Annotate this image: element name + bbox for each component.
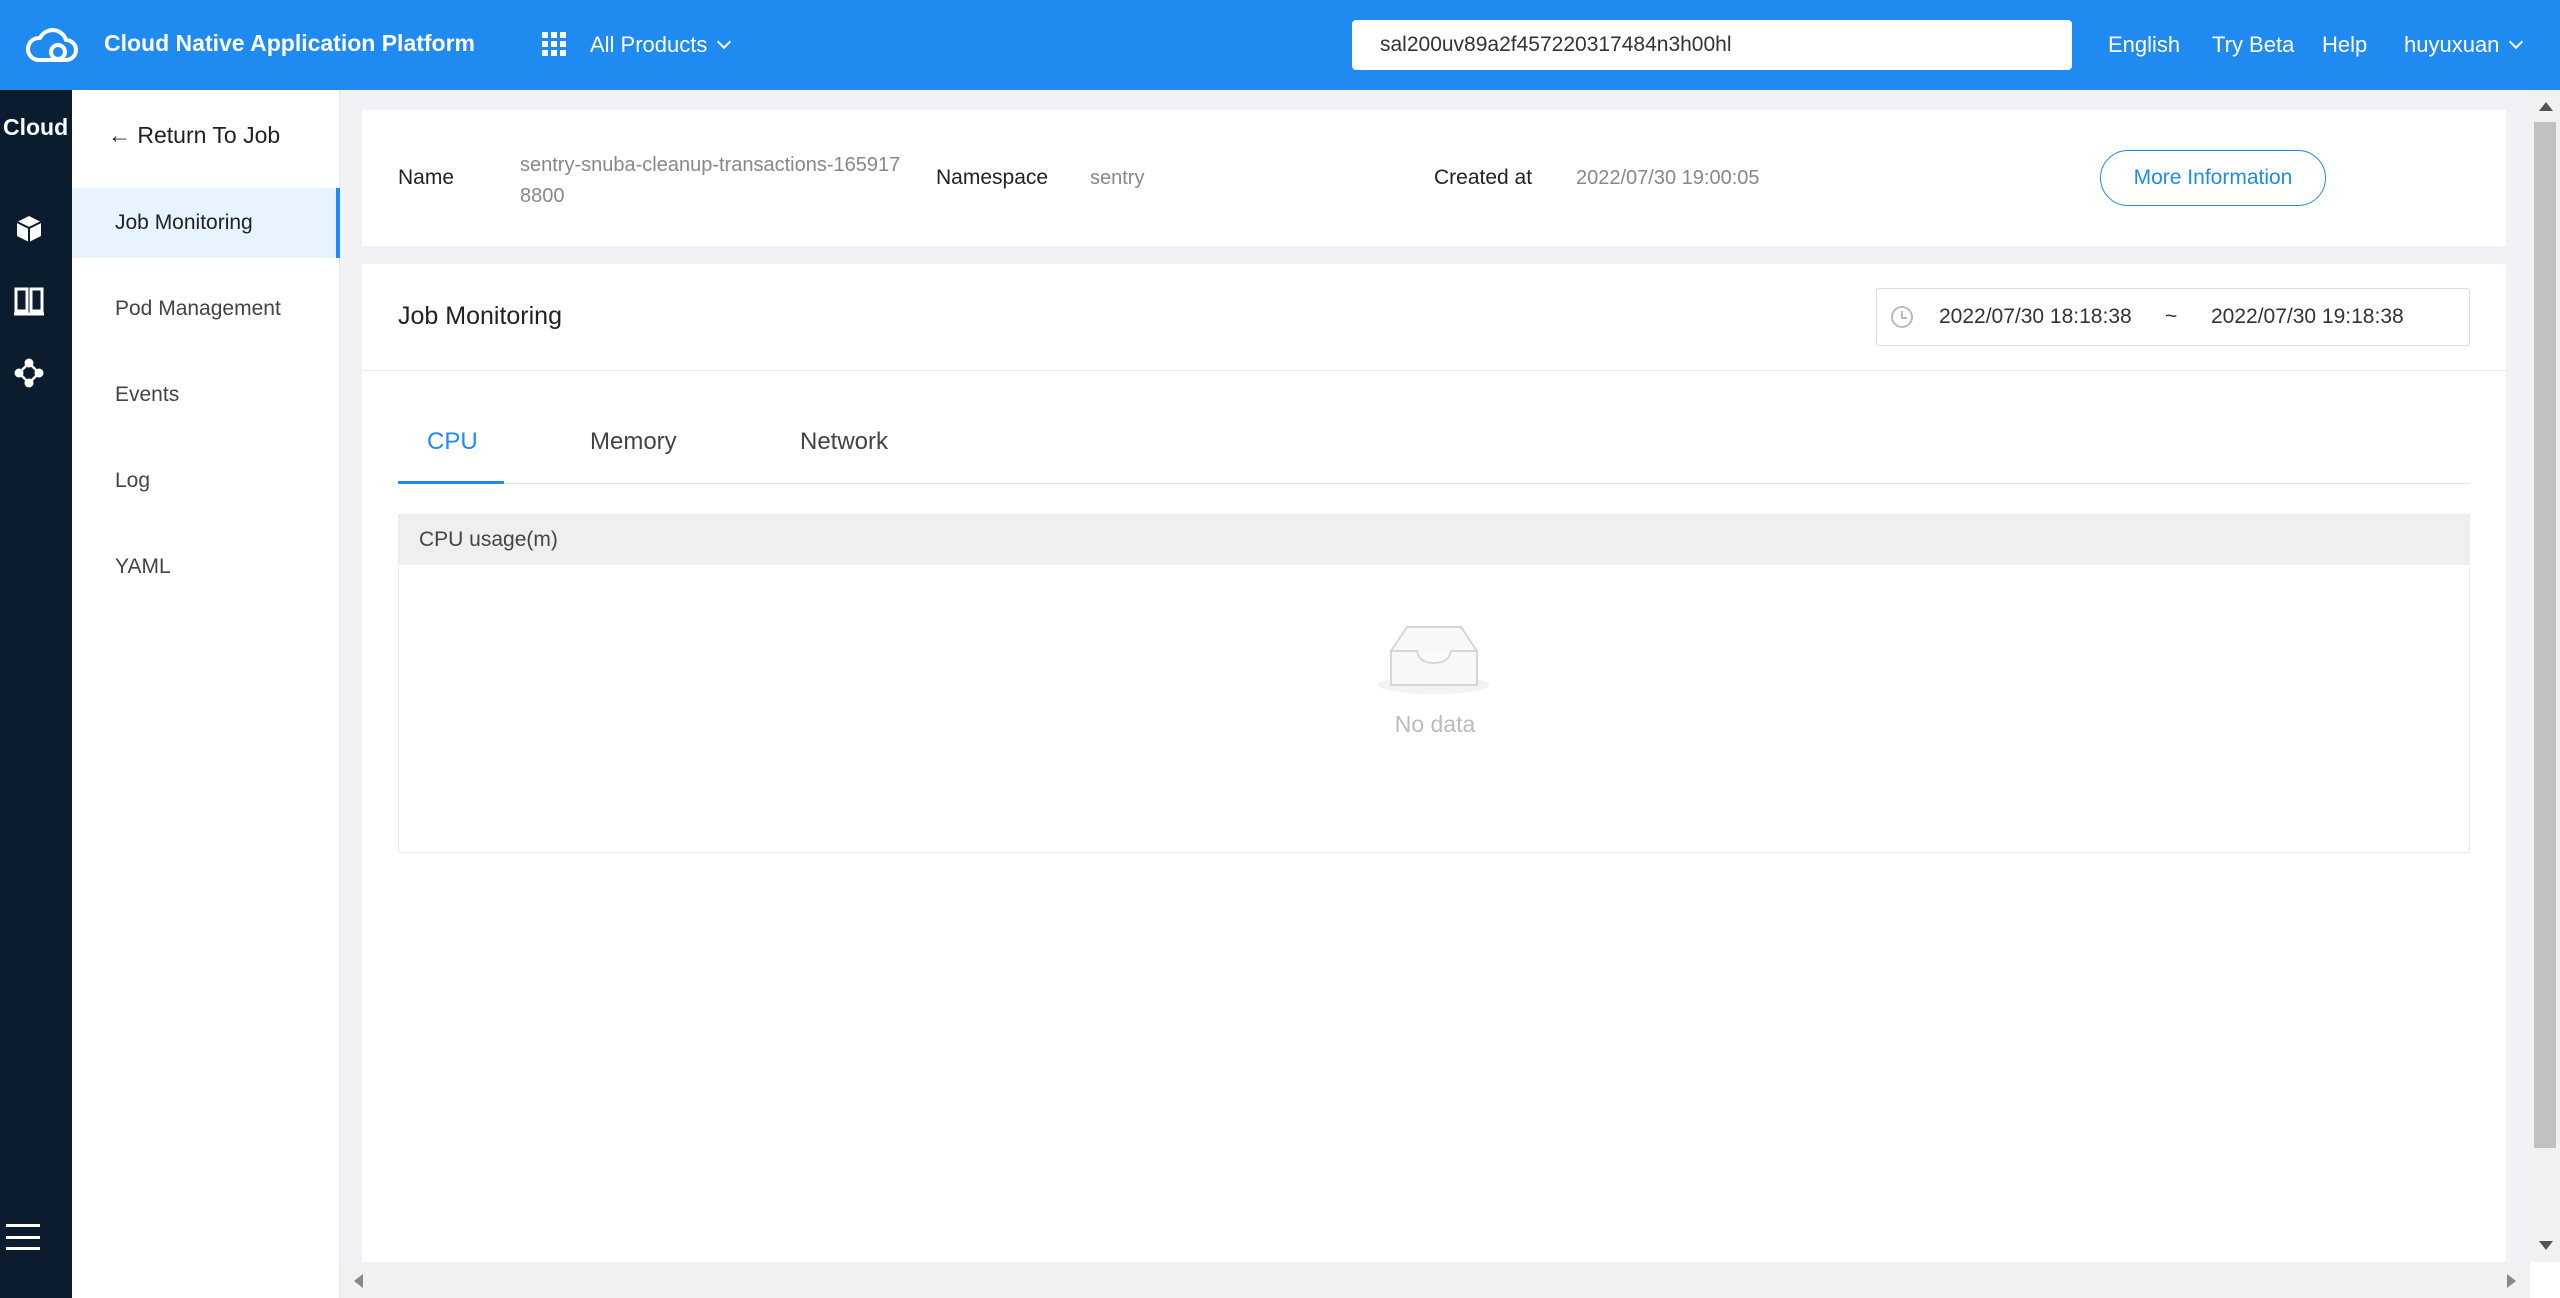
help-link[interactable]: Help: [2322, 32, 2367, 58]
scroll-down-icon[interactable]: [2539, 1241, 2553, 1250]
created-at-label: Created at: [1434, 166, 1533, 189]
namespace-value: sentry: [1090, 167, 1145, 189]
cube-icon[interactable]: [14, 214, 44, 244]
section-title: Job Monitoring: [398, 302, 562, 330]
job-info-card: Name sentry-snuba-cleanup-transactions-1…: [362, 110, 2506, 246]
top-navigation-bar: Cloud Native Application Platform All Pr…: [0, 0, 2560, 90]
all-products-menu[interactable]: All Products: [590, 32, 732, 58]
date-end[interactable]: 2022/07/30 19:18:38: [2211, 305, 2404, 329]
return-to-job-link[interactable]: ← Return To Job: [108, 122, 280, 149]
icon-rail: Cloud: [0, 90, 72, 1298]
active-tab-indicator: [398, 481, 504, 484]
sidebar-item-events[interactable]: Events: [72, 360, 340, 430]
all-products-label: All Products: [590, 32, 708, 57]
date-separator: ~: [2165, 305, 2178, 328]
date-range-picker[interactable]: 2022/07/30 18:18:38 ~ 2022/07/30 19:18:3…: [1876, 288, 2470, 346]
chevron-down-icon: [717, 34, 732, 50]
try-beta-link[interactable]: Try Beta: [2212, 32, 2294, 58]
username: huyuxuan: [2404, 32, 2500, 57]
name-value: sentry-snuba-cleanup-transactions-165917…: [520, 154, 901, 207]
main-content: Name sentry-snuba-cleanup-transactions-1…: [340, 90, 2530, 1262]
job-monitoring-card: Job Monitoring 2022/07/30 18:18:38 ~ 202…: [362, 264, 2506, 1262]
user-menu[interactable]: huyuxuan: [2404, 32, 2524, 58]
vertical-scrollbar[interactable]: [2530, 90, 2560, 1262]
apps-grid-icon[interactable]: [542, 32, 566, 56]
cloud-logo-icon[interactable]: [24, 22, 80, 68]
created-at-value: 2022/07/30 19:00:05: [1576, 167, 1760, 189]
search-input[interactable]: [1352, 20, 2072, 70]
scrollbar-thumb[interactable]: [2534, 122, 2556, 1148]
namespace-label: Namespace: [936, 166, 1049, 189]
clock-icon: [1891, 306, 1913, 328]
tab-cpu[interactable]: CPU: [427, 428, 478, 456]
scroll-right-icon[interactable]: [2507, 1274, 2516, 1288]
empty-state-text: No data: [1394, 711, 1476, 737]
app-title[interactable]: Cloud Native Application Platform: [104, 30, 475, 57]
scroll-up-icon[interactable]: [2539, 102, 2553, 111]
horizontal-scrollbar[interactable]: [340, 1262, 2530, 1298]
cpu-usage-chart: CPU usage(m) No data: [398, 514, 2470, 853]
sidebar-item-yaml[interactable]: YAML: [72, 532, 340, 602]
divider: [362, 370, 2506, 371]
arrow-left-icon: ←: [108, 122, 131, 148]
hamburger-menu-icon[interactable]: [6, 1224, 40, 1250]
sidebar: ← Return To Job Job Monitoring Pod Manag…: [72, 90, 340, 1298]
sidebar-item-log[interactable]: Log: [72, 446, 340, 516]
chart-title: CPU usage(m): [399, 515, 2469, 565]
return-label: Return To Job: [137, 122, 281, 148]
tab-memory[interactable]: Memory: [590, 428, 677, 456]
name-label: Name: [398, 166, 455, 189]
sidebar-item-job-monitoring[interactable]: Job Monitoring: [72, 188, 340, 258]
empty-inbox-icon: [1378, 626, 1490, 694]
scroll-left-icon[interactable]: [354, 1274, 363, 1288]
more-information-button[interactable]: More Information: [2100, 150, 2326, 206]
metric-tabs: CPU Memory Network: [398, 414, 2470, 484]
date-start[interactable]: 2022/07/30 18:18:38: [1939, 305, 2132, 329]
network-icon[interactable]: [14, 358, 44, 388]
rail-title: Cloud: [3, 114, 69, 140]
chevron-down-icon: [2509, 34, 2524, 50]
columns-icon[interactable]: [14, 286, 44, 316]
sidebar-item-pod-management[interactable]: Pod Management: [72, 274, 340, 344]
language-link[interactable]: English: [2108, 32, 2180, 58]
tab-network[interactable]: Network: [800, 428, 888, 456]
